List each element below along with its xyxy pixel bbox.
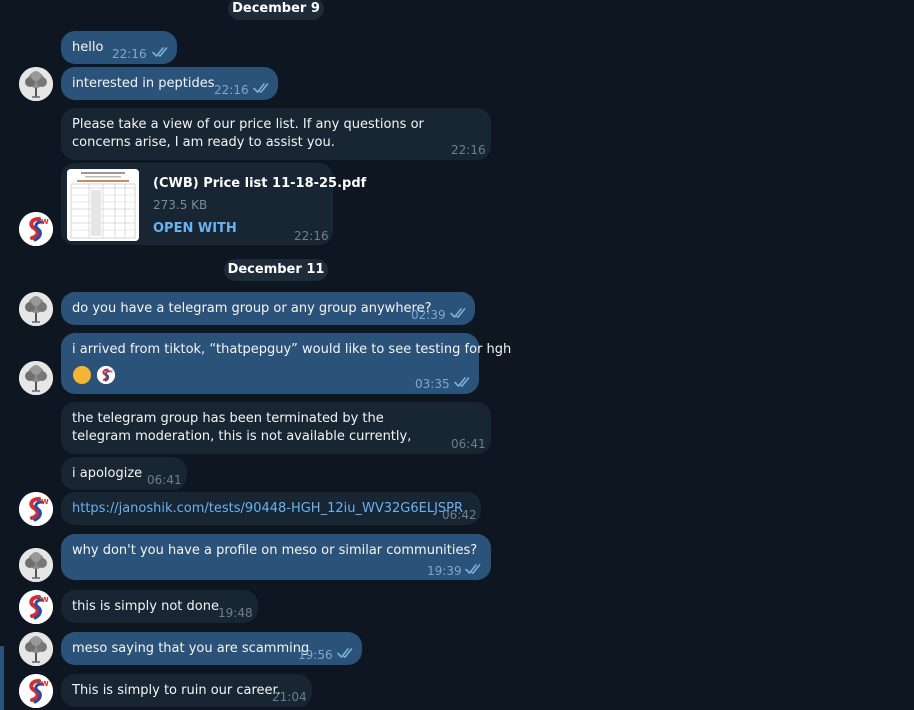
double-check-icon — [152, 46, 172, 58]
message-text: do you have a telegram group or any grou… — [72, 301, 432, 316]
double-check-icon — [337, 647, 357, 659]
message-text: why don't you have a profile on meso or … — [72, 543, 478, 558]
incoming-message[interactable]: the telegram group has been terminated b… — [61, 402, 491, 454]
incoming-message[interactable]: this is simply not done 19:48 — [61, 590, 258, 623]
double-check-icon — [253, 82, 273, 94]
outgoing-message[interactable]: do you have a telegram group or any grou… — [61, 292, 475, 325]
double-check-icon — [454, 376, 474, 388]
outgoing-message[interactable]: i arrived from tiktok, “thatpepguy” woul… — [61, 333, 511, 394]
message-time: 06:41 — [451, 437, 486, 451]
seller-avatar[interactable] — [19, 674, 53, 708]
message-time: 22:16 — [451, 143, 486, 157]
user-avatar[interactable] — [19, 292, 53, 326]
message-time: 06:42 — [442, 508, 477, 522]
message-text: Please take a view of our price list. If… — [72, 117, 424, 150]
message-text: interested in peptides — [72, 76, 215, 91]
date-separator: December 11 — [224, 259, 328, 281]
active-chat-indicator — [0, 646, 4, 710]
incoming-message[interactable]: https://janoshik.com/tests/90448-HGH_12i… — [61, 492, 481, 525]
date-label: December 11 — [227, 262, 325, 277]
message-time: 06:41 — [147, 473, 182, 487]
seller-avatar[interactable] — [19, 212, 53, 246]
date-label: December 9 — [232, 1, 320, 16]
message-text: i arrived from tiktok, “thatpepguy” woul… — [72, 342, 512, 357]
message-text: this is simply not done — [72, 599, 219, 614]
message-time: 22:16 — [112, 47, 147, 61]
message-text: This is simply to ruin our career. — [72, 683, 281, 698]
outgoing-message[interactable]: hello 22:16 — [61, 31, 177, 64]
sw-logo-icon — [97, 366, 116, 384]
outgoing-message[interactable]: why don't you have a profile on meso or … — [61, 534, 491, 580]
message-time: 19:39 — [427, 564, 462, 578]
message-time: 19:56 — [298, 648, 333, 662]
date-separator: December 9 — [228, 0, 324, 20]
message-time: 02:39 — [411, 308, 446, 322]
outgoing-message[interactable]: interested in peptides 22:16 — [61, 67, 278, 100]
face-blowing-kiss-icon — [73, 366, 91, 384]
incoming-message[interactable]: Please take a view of our price list. If… — [61, 108, 491, 160]
file-size: 273.5 KB — [153, 198, 208, 212]
emoji-row — [73, 366, 117, 385]
user-avatar[interactable] — [19, 67, 53, 101]
double-check-icon — [450, 307, 470, 319]
message-text: hello — [72, 40, 104, 55]
file-name[interactable]: (CWB) Price list 11-18-25.pdf — [153, 175, 366, 193]
open-with-button[interactable]: OPEN WITH — [153, 220, 237, 238]
seller-avatar[interactable] — [19, 492, 53, 526]
message-time: 21:04 — [272, 690, 307, 704]
message-text: meso saying that you are scamming — [72, 641, 310, 656]
message-time: 03:35 — [415, 377, 450, 391]
message-text: i apologize — [72, 466, 143, 481]
seller-avatar[interactable] — [19, 590, 53, 624]
incoming-message[interactable]: This is simply to ruin our career. 21:04 — [61, 674, 312, 707]
file-message[interactable]: (CWB) Price list 11-18-25.pdf 273.5 KB O… — [61, 163, 366, 245]
user-avatar[interactable] — [19, 632, 53, 666]
message-link[interactable]: https://janoshik.com/tests/90448-HGH_12i… — [72, 500, 463, 518]
double-check-icon — [465, 563, 485, 575]
outgoing-message[interactable]: meso saying that you are scamming 19:56 — [61, 632, 362, 665]
pdf-thumbnail[interactable] — [67, 169, 139, 241]
message-time: 22:16 — [214, 83, 249, 97]
message-time: 22:16 — [294, 229, 329, 243]
message-text: the telegram group has been terminated b… — [72, 411, 412, 444]
user-avatar[interactable] — [19, 548, 53, 582]
message-time: 19:48 — [218, 606, 253, 620]
user-avatar[interactable] — [19, 361, 53, 395]
incoming-message[interactable]: i apologize 06:41 — [61, 457, 187, 490]
